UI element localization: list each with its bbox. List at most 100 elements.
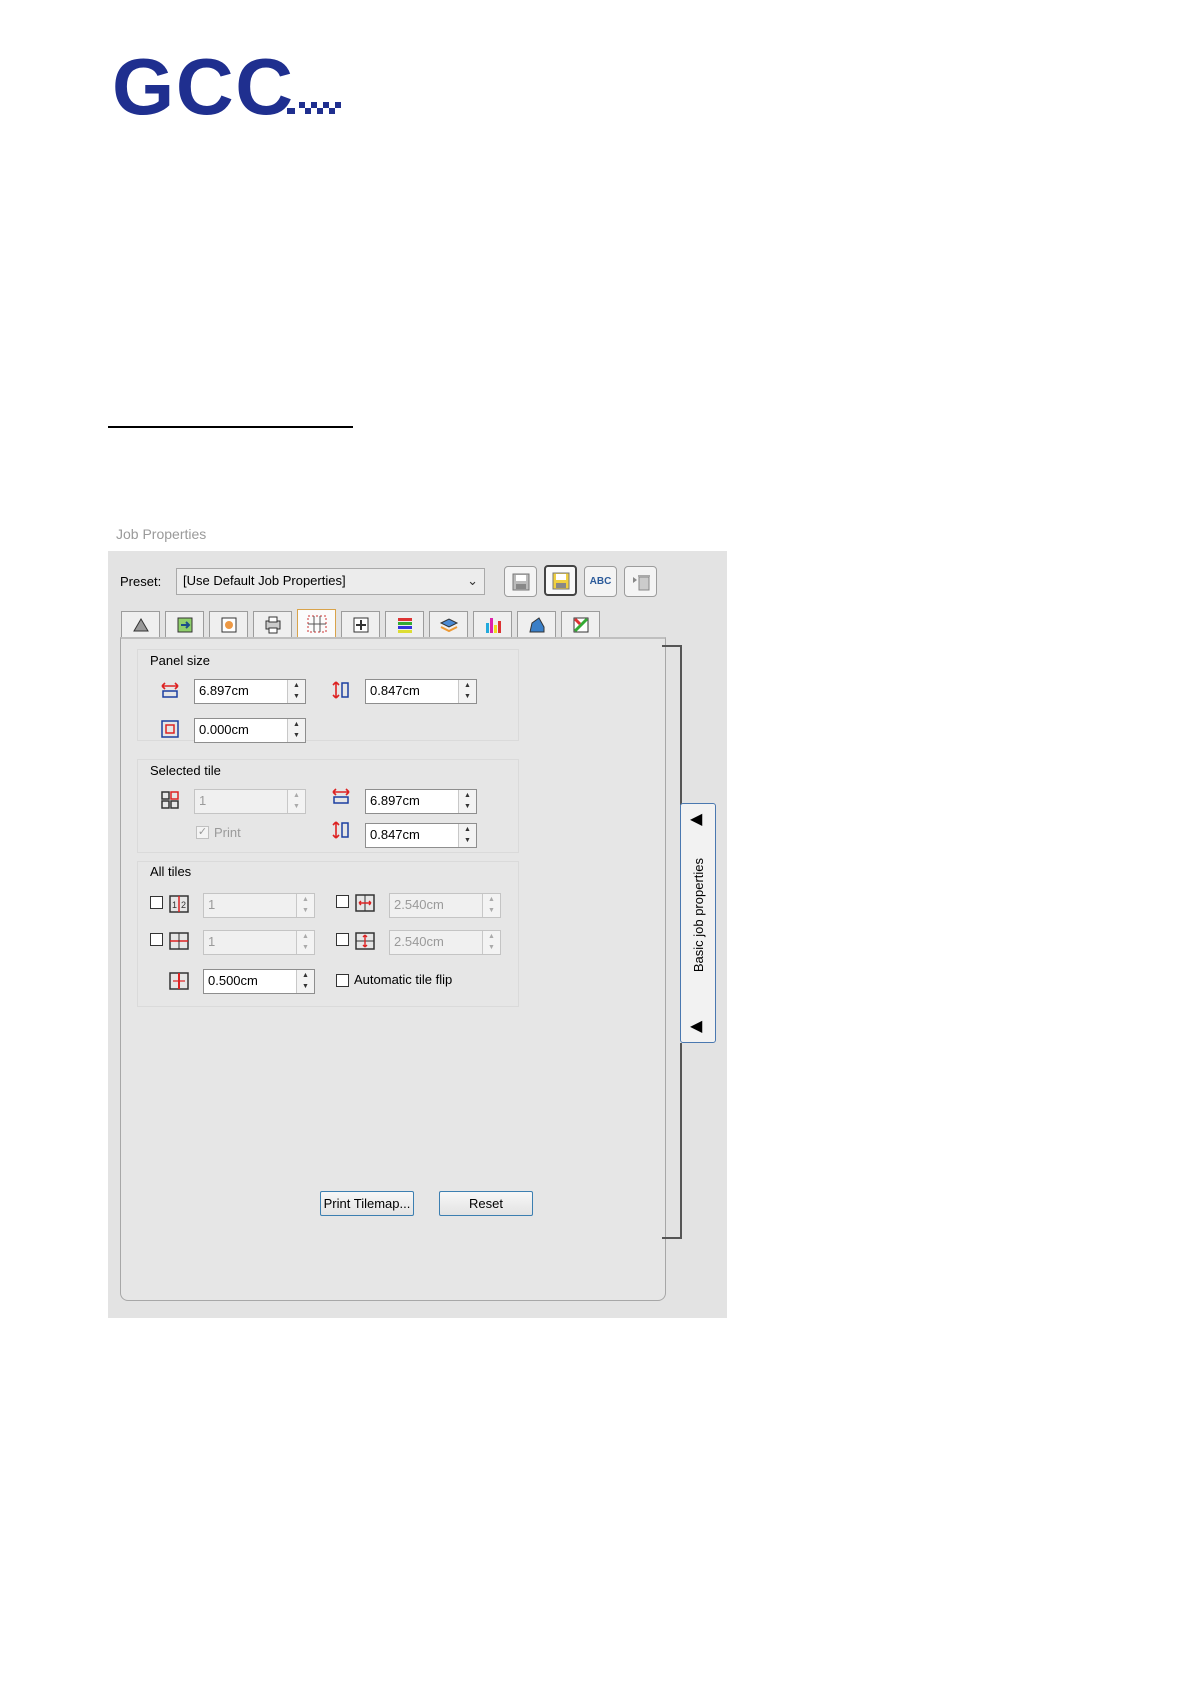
side-bracket-top-tick xyxy=(662,645,682,647)
preset-value: [Use Default Job Properties] xyxy=(183,573,346,588)
columns-value: 1 xyxy=(208,897,216,912)
tile-width-stepper[interactable]: ▲ ▼ xyxy=(458,790,476,813)
horizontal-overlap-icon xyxy=(355,894,375,912)
all-tiles-title: All tiles xyxy=(150,864,192,879)
h-overlap-value: 2.540cm xyxy=(394,897,444,912)
tile-width-icon xyxy=(332,788,350,804)
ink-bars-icon xyxy=(485,617,501,633)
save-as-preset-button[interactable] xyxy=(544,565,577,596)
floppy-icon xyxy=(512,573,529,590)
reset-button[interactable]: Reset xyxy=(439,1191,533,1216)
rows-stepper[interactable]: ▲ ▼ xyxy=(296,931,314,954)
preset-label: Preset: xyxy=(120,574,162,589)
h-overlap-field[interactable]: 2.540cm ▲ ▼ xyxy=(389,893,501,918)
selected-tile-index-field[interactable]: 1 ▲ ▼ xyxy=(194,789,306,814)
panel-margin-icon xyxy=(161,720,179,738)
tab-cutting[interactable] xyxy=(517,611,556,637)
tab-marks[interactable] xyxy=(341,611,380,637)
tile-height-value: 0.847cm xyxy=(370,827,420,842)
side-bracket-top xyxy=(680,645,682,805)
selected-tile-index-value: 1 xyxy=(199,793,207,808)
tiling-settings-panel: Panel size 6.897cm ▲ ▼ 0.847cm ▲ ▼ 0.000cm ▲ ▼… xyxy=(120,637,666,1301)
printer-icon xyxy=(265,616,280,633)
side-bracket-bottom xyxy=(680,1043,682,1238)
tile-height-stepper[interactable]: ▲ ▼ xyxy=(458,824,476,847)
tab-color-editor[interactable] xyxy=(561,611,600,637)
gcc-logo: GCC xyxy=(112,52,341,124)
panel-width-icon xyxy=(161,682,179,698)
v-overlap-stepper[interactable]: ▲ ▼ xyxy=(482,931,500,954)
v-overlap-value: 2.540cm xyxy=(394,934,444,949)
panel-height-stepper[interactable]: ▲ ▼ xyxy=(458,680,476,703)
trash-icon xyxy=(632,574,650,590)
auto-tile-flip-checkbox[interactable] xyxy=(336,974,349,987)
v-overlap-checkbox[interactable] xyxy=(336,933,349,946)
job-properties-dialog: Preset: [Use Default Job Properties] ⌄ A… xyxy=(108,551,727,1318)
selected-tile-index-stepper[interactable]: ▲ ▼ xyxy=(287,790,305,813)
panel-height-icon xyxy=(332,681,349,699)
svg-text:1: 1 xyxy=(172,900,177,910)
v-overlap-field[interactable]: 2.540cm ▲ ▼ xyxy=(389,930,501,955)
collapse-arrow-bottom-icon: ◀ xyxy=(690,1018,703,1035)
tab-media[interactable] xyxy=(121,611,160,637)
layers-icon xyxy=(439,617,458,632)
cut-shape-icon xyxy=(528,616,544,632)
rows-checkbox[interactable] xyxy=(150,933,163,946)
tile-grid-icon xyxy=(161,791,179,809)
section-underline xyxy=(108,426,353,428)
media-icon xyxy=(132,617,149,631)
abc-icon: ABC xyxy=(589,576,612,587)
tab-transform[interactable] xyxy=(165,611,204,637)
transform-icon xyxy=(177,617,192,632)
panel-width-stepper[interactable]: ▲ ▼ xyxy=(287,680,305,703)
columns-stepper[interactable]: ▲ ▼ xyxy=(296,894,314,917)
tile-gap-field[interactable]: 0.500cm ▲ ▼ xyxy=(203,969,315,994)
tab-color-layers[interactable] xyxy=(385,611,424,637)
selected-tile-title: Selected tile xyxy=(150,763,221,778)
svg-text:2: 2 xyxy=(181,900,186,910)
rows-icon xyxy=(169,932,189,950)
h-overlap-stepper[interactable]: ▲ ▼ xyxy=(482,894,500,917)
tab-layers[interactable] xyxy=(429,611,468,637)
rename-preset-button[interactable]: ABC xyxy=(584,566,617,597)
chevron-down-icon: ⌄ xyxy=(467,573,478,588)
panel-margin-stepper[interactable]: ▲ ▼ xyxy=(287,719,305,742)
rows-field[interactable]: 1 ▲ ▼ xyxy=(203,930,315,955)
tab-ink-levels[interactable] xyxy=(473,611,512,637)
tab-tiling[interactable] xyxy=(297,609,336,637)
basic-job-properties-tab[interactable]: ◀ Basic job properties ◀ xyxy=(680,803,716,1043)
marks-icon xyxy=(353,617,368,632)
h-overlap-checkbox[interactable] xyxy=(336,895,349,908)
panel-height-value: 0.847cm xyxy=(370,683,420,698)
tile-gap-value: 0.500cm xyxy=(208,973,258,988)
side-tab-label: Basic job properties xyxy=(691,858,706,973)
panel-width-field[interactable]: 6.897cm ▲ ▼ xyxy=(194,679,306,704)
side-bracket-bottom-tick xyxy=(662,1237,682,1239)
color-bars-icon xyxy=(397,617,412,633)
dialog-caption: Job Properties xyxy=(116,526,207,542)
auto-tile-flip-label: Automatic tile flip xyxy=(354,972,453,987)
tile-gap-icon xyxy=(169,972,189,990)
print-tile-checkbox[interactable]: ✓ xyxy=(196,826,209,839)
columns-field[interactable]: 1 ▲ ▼ xyxy=(203,893,315,918)
tile-gap-stepper[interactable]: ▲ ▼ xyxy=(296,970,314,993)
print-tile-label: Print xyxy=(214,825,241,840)
panel-size-title: Panel size xyxy=(150,653,210,668)
collapse-arrow-icon: ◀ xyxy=(690,811,703,828)
tab-print-mode[interactable] xyxy=(253,611,292,637)
tile-height-field[interactable]: 0.847cm ▲ ▼ xyxy=(365,823,477,848)
color-pen-icon xyxy=(573,617,588,632)
panel-height-field[interactable]: 0.847cm ▲ ▼ xyxy=(365,679,477,704)
image-icon xyxy=(221,617,236,632)
columns-checkbox[interactable] xyxy=(150,896,163,909)
floppy-yellow-icon xyxy=(552,572,569,589)
print-tilemap-button[interactable]: Print Tilemap... xyxy=(320,1191,414,1216)
tile-width-field[interactable]: 6.897cm ▲ ▼ xyxy=(365,789,477,814)
tab-image[interactable] xyxy=(209,611,248,637)
tiling-icon xyxy=(307,615,326,632)
panel-margin-field[interactable]: 0.000cm ▲ ▼ xyxy=(194,718,306,743)
preset-dropdown[interactable]: [Use Default Job Properties] ⌄ xyxy=(176,568,485,595)
delete-preset-button[interactable] xyxy=(624,566,657,597)
save-preset-button[interactable] xyxy=(504,566,537,597)
rows-value: 1 xyxy=(208,934,216,949)
